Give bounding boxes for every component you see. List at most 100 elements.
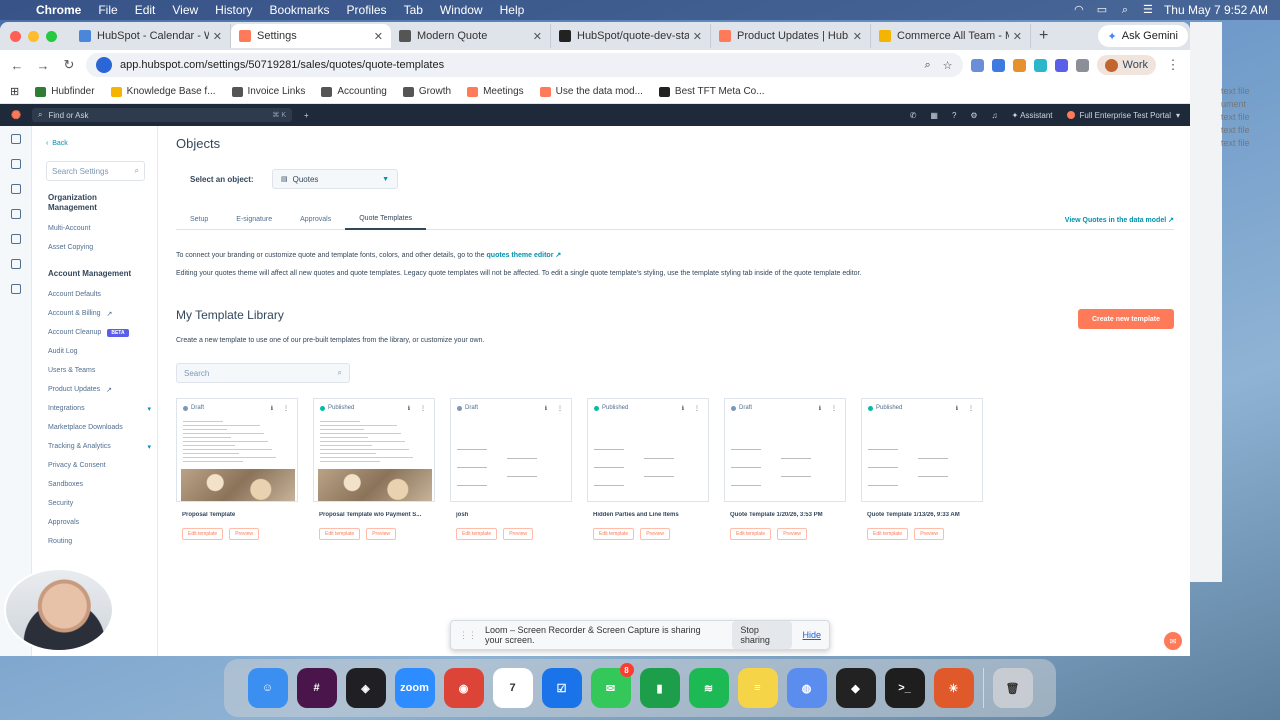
sidebar-item[interactable]: Routing: [32, 532, 157, 551]
dock-messages-icon[interactable]: ✉ 8: [590, 663, 634, 708]
sidebar-item[interactable]: Privacy & Consent: [32, 456, 157, 475]
info-icon[interactable]: ℹ: [819, 405, 821, 412]
hubspot-logo-icon[interactable]: ✺: [0, 108, 32, 122]
menu-item-edit[interactable]: Edit: [135, 3, 156, 17]
browser-tab[interactable]: Commerce All Team - May 20 ✕: [871, 24, 1031, 48]
drag-handle-icon[interactable]: ⋮⋮: [459, 630, 477, 641]
sidebar-item[interactable]: Product Updates ↗: [32, 380, 157, 399]
menu-item-file[interactable]: File: [98, 3, 117, 17]
object-select[interactable]: ▤ Quotes ▼: [272, 169, 398, 189]
find-or-ask-input[interactable]: ⌕ Find or Ask ⌘ K: [32, 108, 292, 122]
more-options-icon[interactable]: ⋮: [283, 405, 289, 412]
more-options-icon[interactable]: ⋮: [694, 405, 700, 412]
assistant-button[interactable]: ✦ Assistant: [1012, 111, 1053, 120]
sidebar-item[interactable]: Audit Log: [32, 342, 157, 361]
bookmark-nav-icon[interactable]: [10, 134, 21, 144]
settings-search-input[interactable]: Search Settings ⌕: [46, 161, 145, 181]
hide-sharing-bar-button[interactable]: Hide: [802, 630, 821, 640]
preview-button[interactable]: Preview: [366, 528, 396, 540]
edit-template-button[interactable]: Edit template: [730, 528, 772, 540]
more-options-icon[interactable]: ⋮: [831, 405, 837, 412]
back-arrow-icon[interactable]: ←: [8, 58, 26, 73]
template-thumbnail[interactable]: Published ℹ ⋮: [587, 398, 709, 502]
bookmark-item[interactable]: Invoice Links: [231, 86, 305, 97]
contacts-nav-icon[interactable]: [10, 159, 21, 169]
info-icon[interactable]: ℹ: [271, 405, 273, 412]
browser-tab[interactable]: Product Updates | HubSpot ✕: [711, 24, 871, 48]
template-thumbnail[interactable]: Draft ℹ ⋮: [724, 398, 846, 502]
info-icon[interactable]: ℹ: [408, 405, 410, 412]
menu-item-profiles[interactable]: Profiles: [347, 3, 387, 17]
sidebar-item[interactable]: Account Cleanup BETA: [32, 323, 157, 342]
edit-template-button[interactable]: Edit template: [593, 528, 635, 540]
marketplace-icon[interactable]: ▦: [930, 111, 938, 120]
template-thumbnail[interactable]: Draft ℹ ⋮: [176, 398, 298, 502]
quotes-theme-editor-link[interactable]: quotes theme editor ↗: [487, 252, 562, 259]
dock-trash-icon[interactable]: 🗑: [992, 668, 1033, 708]
extension-icon[interactable]: [991, 58, 1005, 72]
stop-sharing-button[interactable]: Stop sharing: [732, 621, 793, 649]
dock-claude-icon[interactable]: ✳: [933, 668, 974, 708]
edit-template-button[interactable]: Edit template: [182, 528, 224, 540]
dock-chrome-icon[interactable]: ◉: [443, 668, 484, 708]
browser-tab[interactable]: HubSpot - Calendar - Week ✕: [71, 24, 231, 48]
close-tab-icon[interactable]: ✕: [853, 30, 862, 43]
bookmark-item[interactable]: Growth: [402, 86, 451, 97]
tab-setup[interactable]: Setup: [176, 210, 222, 230]
service-nav-icon[interactable]: [10, 259, 21, 269]
apps-grid-icon[interactable]: ⊞: [10, 85, 19, 98]
sidebar-item[interactable]: Account & Billing ↗: [32, 304, 157, 323]
view-quotes-data-model-link[interactable]: View Quotes in the data model ↗: [1065, 216, 1174, 224]
chat-bubble-icon[interactable]: ✉: [1164, 632, 1182, 650]
sidebar-item[interactable]: Account Defaults: [32, 285, 157, 304]
portal-switcher[interactable]: Full Enterprise Test Portal ▾: [1066, 111, 1180, 120]
sidebar-item[interactable]: Marketplace Downloads: [32, 418, 157, 437]
marketing-nav-icon[interactable]: [10, 184, 21, 194]
bookmark-item[interactable]: Best TFT Meta Co...: [658, 86, 765, 97]
sidebar-item[interactable]: Tracking & Analytics ▾: [32, 437, 157, 456]
menu-item-help[interactable]: Help: [500, 3, 525, 17]
dock-calendar-icon[interactable]: 7: [492, 668, 533, 708]
close-tab-icon[interactable]: ✕: [374, 30, 383, 43]
dock-linear-icon[interactable]: ◈: [345, 668, 386, 708]
menu-app-name[interactable]: Chrome: [36, 3, 81, 17]
dock-notes-icon[interactable]: ≡: [737, 668, 778, 708]
fullscreen-window-button[interactable]: [46, 30, 57, 42]
template-thumbnail[interactable]: Draft ℹ ⋮: [450, 398, 572, 502]
new-tab-button[interactable]: +: [1039, 27, 1048, 45]
info-icon[interactable]: ℹ: [545, 405, 547, 412]
info-icon[interactable]: ℹ: [682, 405, 684, 412]
template-search-input[interactable]: Search ⌕: [176, 363, 350, 383]
dock-cube-icon[interactable]: ◆: [835, 668, 876, 708]
menubar-datetime[interactable]: Thu May 7 9:52 AM: [1164, 3, 1268, 17]
notifications-bell-icon[interactable]: ♫: [992, 111, 998, 120]
preview-button[interactable]: Preview: [640, 528, 670, 540]
dock-loom-icon[interactable]: ◍: [786, 668, 827, 708]
close-tab-icon[interactable]: ✕: [693, 30, 702, 43]
preview-button[interactable]: Preview: [914, 528, 944, 540]
minimize-window-button[interactable]: [28, 30, 39, 42]
create-new-template-button[interactable]: Create new template: [1078, 309, 1174, 329]
menu-item-bookmarks[interactable]: Bookmarks: [270, 3, 330, 17]
tab-approvals[interactable]: Approvals: [286, 210, 345, 230]
tab-e-signature[interactable]: E-signature: [222, 210, 286, 230]
browser-tab[interactable]: Settings ✕: [231, 24, 391, 48]
close-tab-icon[interactable]: ✕: [1013, 30, 1022, 43]
bookmark-item[interactable]: Accounting: [321, 86, 387, 97]
settings-gear-icon[interactable]: ⚙: [970, 111, 977, 120]
dock-terminal-icon[interactable]: >_: [884, 668, 925, 708]
menu-item-tab[interactable]: Tab: [404, 3, 423, 17]
browser-tab[interactable]: HubSpot/quote-dev-starter ✕: [551, 24, 711, 48]
phone-icon[interactable]: ✆: [910, 111, 917, 120]
close-window-button[interactable]: [10, 30, 21, 42]
sidebar-item[interactable]: Sandboxes: [32, 475, 157, 494]
edit-template-button[interactable]: Edit template: [319, 528, 361, 540]
sidebar-item[interactable]: Asset Copying: [32, 238, 157, 257]
preview-button[interactable]: Preview: [777, 528, 807, 540]
bookmark-star-icon[interactable]: ☆: [943, 59, 953, 72]
extension-icon[interactable]: [1033, 58, 1047, 72]
control-center-icon[interactable]: ☰: [1141, 4, 1155, 16]
menu-item-window[interactable]: Window: [440, 3, 483, 17]
sales-nav-icon[interactable]: [10, 234, 21, 244]
bookmark-item[interactable]: Hubfinder: [35, 86, 95, 97]
